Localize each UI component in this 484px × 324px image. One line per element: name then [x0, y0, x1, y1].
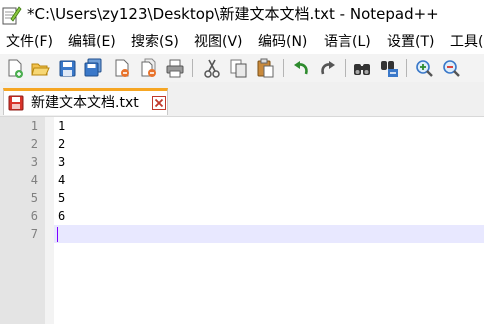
line-number: 2 — [30, 137, 38, 151]
open-file-icon[interactable] — [30, 57, 50, 79]
new-file-icon[interactable] — [5, 57, 25, 79]
line-number: 4 — [30, 173, 38, 187]
close-file-icon[interactable] — [112, 57, 132, 79]
replace-icon[interactable] — [379, 57, 399, 79]
menu-language[interactable]: 语言(L) — [324, 32, 371, 52]
menu-tools[interactable]: 工具( — [450, 32, 483, 52]
zoom-out-icon[interactable] — [441, 57, 461, 79]
unsaved-file-icon — [8, 95, 24, 111]
line-number: 1 — [30, 119, 38, 133]
menu-encoding[interactable]: 编码(N) — [258, 32, 307, 52]
close-tab-icon[interactable] — [152, 95, 166, 110]
undo-icon[interactable] — [291, 57, 311, 79]
cut-icon[interactable] — [202, 57, 222, 79]
menu-search[interactable]: 搜索(S) — [131, 32, 179, 52]
toolbar-separator — [192, 59, 193, 77]
toolbar-separator — [283, 59, 284, 77]
title-bar: *C:\Users\zy123\Desktop\新建文本文档.txt - Not… — [0, 0, 484, 30]
close-all-icon[interactable] — [139, 57, 159, 79]
line-number: 7 — [30, 227, 38, 241]
toolbar-separator — [406, 59, 407, 77]
toolbar — [0, 54, 484, 82]
redo-icon[interactable] — [318, 57, 338, 79]
menu-file[interactable]: 文件(F) — [6, 32, 53, 52]
copy-icon[interactable] — [229, 57, 249, 79]
menu-edit[interactable]: 编辑(E) — [68, 32, 116, 52]
fold-margin[interactable] — [45, 117, 54, 324]
text-caret — [57, 227, 58, 242]
notepad-plus-plus-app-icon — [2, 5, 22, 25]
menu-bar: 文件(F) 编辑(E) 搜索(S) 视图(V) 编码(N) 语言(L) 设置(T… — [0, 30, 484, 54]
print-icon[interactable] — [165, 57, 185, 79]
tab-document[interactable]: 新建文本文档.txt — [3, 88, 168, 115]
zoom-in-icon[interactable] — [414, 57, 434, 79]
line-number: 5 — [30, 191, 38, 205]
text-line: 5 — [58, 191, 66, 205]
text-line: 3 — [58, 155, 66, 169]
window-title: *C:\Users\zy123\Desktop\新建文本文档.txt - Not… — [27, 5, 439, 23]
tab-label: 新建文本文档.txt — [31, 95, 139, 111]
save-icon[interactable] — [57, 57, 77, 79]
text-line: 2 — [58, 137, 66, 151]
line-number-gutter: 1 2 3 4 5 6 7 — [0, 117, 45, 324]
editor-area[interactable]: 1 2 3 4 5 6 7 1 2 3 4 5 6 — [0, 117, 484, 324]
save-all-icon[interactable] — [83, 57, 103, 79]
line-number: 6 — [30, 209, 38, 223]
find-icon[interactable] — [352, 57, 372, 79]
line-number: 3 — [30, 155, 38, 169]
text-line: 6 — [58, 209, 66, 223]
menu-settings[interactable]: 设置(T) — [387, 32, 434, 52]
text-line: 1 — [58, 119, 66, 133]
text-line: 4 — [58, 173, 66, 187]
toolbar-separator — [345, 59, 346, 77]
tab-bar: 新建文本文档.txt — [0, 82, 484, 117]
menu-view[interactable]: 视图(V) — [194, 32, 243, 52]
paste-icon[interactable] — [255, 57, 275, 79]
current-line-highlight — [54, 225, 484, 243]
